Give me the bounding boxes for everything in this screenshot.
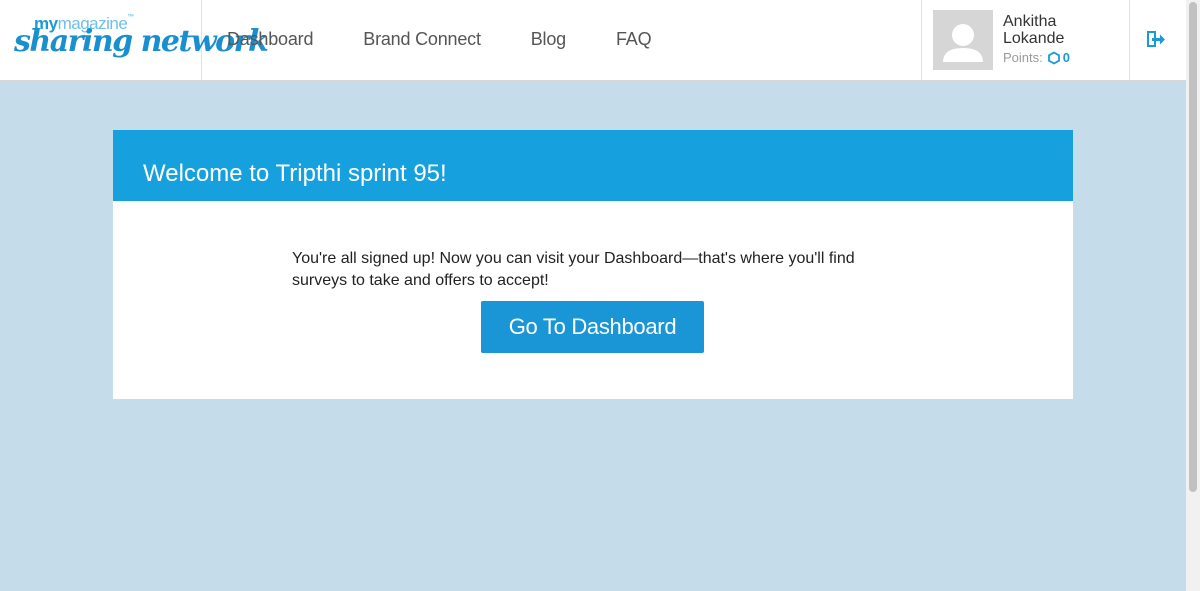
scrollbar-thumb[interactable] <box>1189 2 1197 492</box>
logout-icon <box>1147 31 1165 47</box>
nav-blog[interactable]: Blog <box>531 29 566 50</box>
user-profile[interactable]: Ankitha Lokande Points: 0 <box>921 0 1130 80</box>
welcome-card-header: Welcome to Tripthi sprint 95! <box>113 130 1073 201</box>
nav-dashboard[interactable]: Dashboard <box>227 29 313 50</box>
nav-faq[interactable]: FAQ <box>616 29 652 50</box>
points-label: Points: <box>1003 50 1043 65</box>
nav-brand-connect[interactable]: Brand Connect <box>363 29 481 50</box>
points-display: Points: 0 <box>1003 50 1070 65</box>
vertical-scrollbar[interactable] <box>1186 0 1200 591</box>
avatar[interactable] <box>933 10 993 70</box>
welcome-card: Welcome to Tripthi sprint 95! You're all… <box>113 130 1073 399</box>
welcome-message: You're all signed up! Now you can visit … <box>292 250 855 289</box>
user-silhouette-icon <box>933 10 993 70</box>
welcome-title: Welcome to Tripthi sprint 95! <box>143 160 447 187</box>
brand-logo[interactable]: mymagazine™ sharing network <box>0 0 269 80</box>
logout-button[interactable] <box>1146 30 1168 50</box>
top-navigation-bar: mymagazine™ sharing network Dashboard Br… <box>0 0 1186 81</box>
hexagon-icon <box>1047 50 1061 65</box>
user-name: Ankitha Lokande <box>1003 13 1065 47</box>
main-nav: Dashboard Brand Connect Blog FAQ <box>227 29 701 50</box>
go-to-dashboard-button[interactable]: Go To Dashboard <box>481 301 704 353</box>
logo-tm: ™ <box>127 14 134 21</box>
points-value: 0 <box>1062 50 1070 65</box>
